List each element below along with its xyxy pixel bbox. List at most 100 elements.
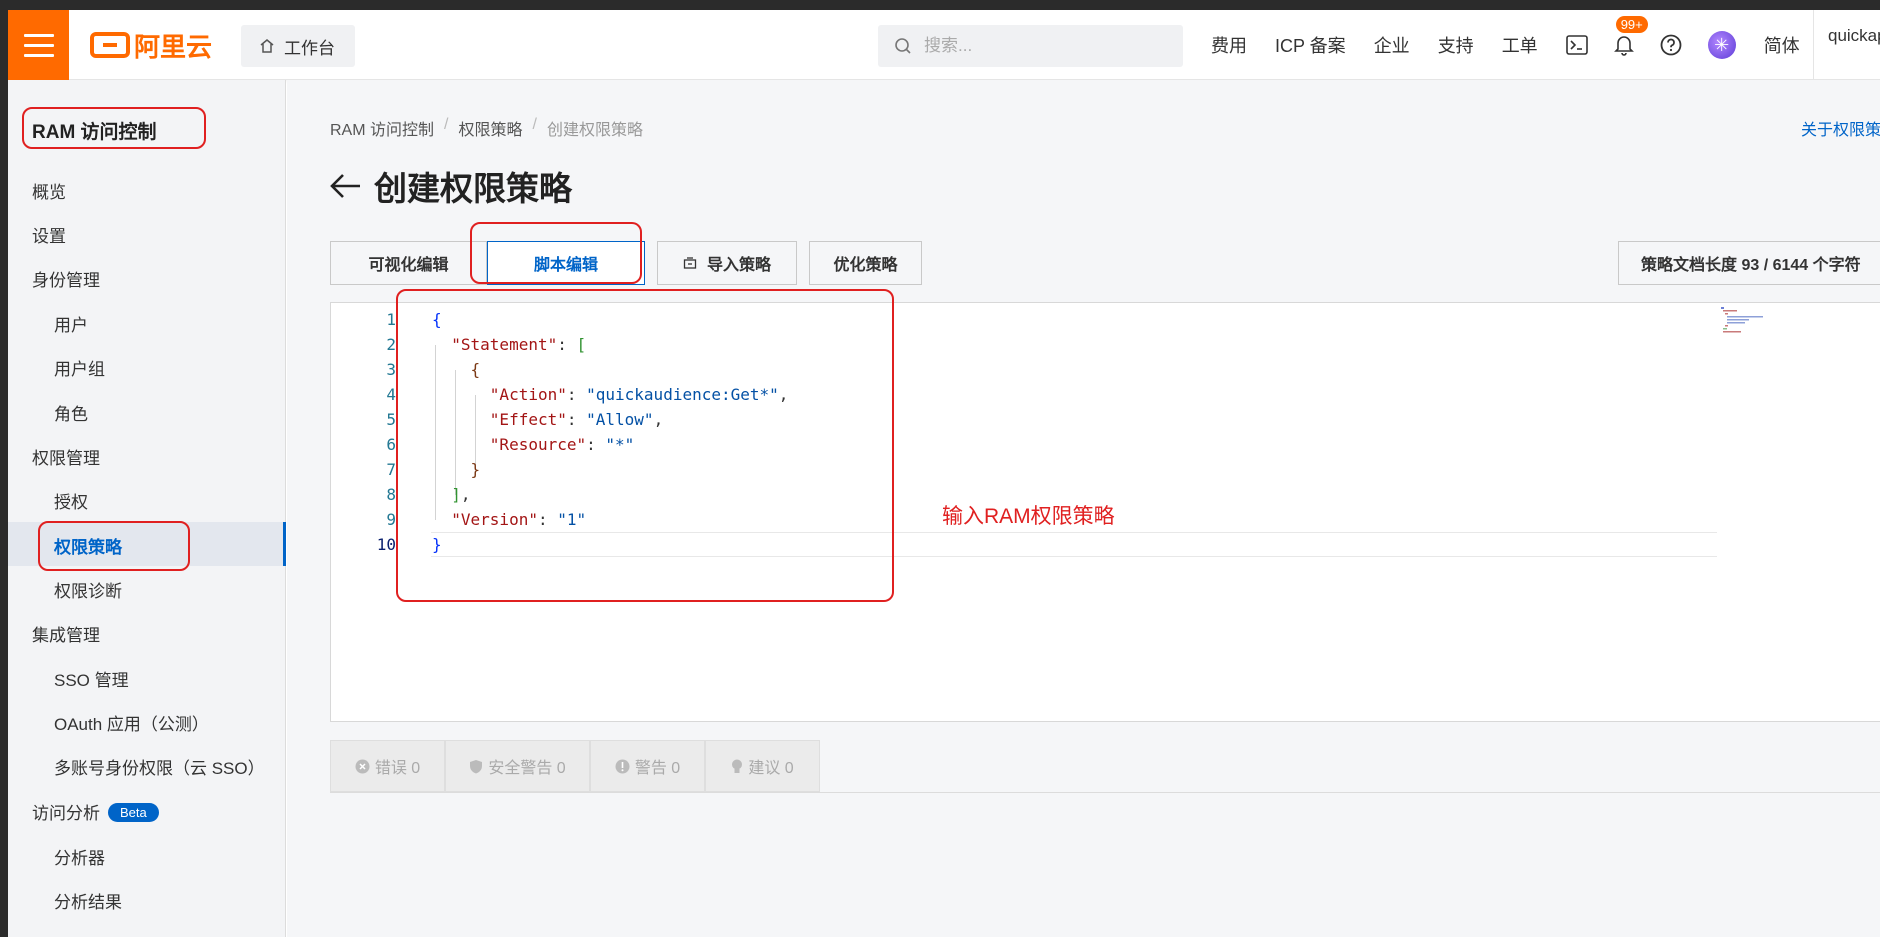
sidebar-item-overview[interactable]: 概览 <box>32 178 66 203</box>
sidebar-title[interactable]: RAM 访问控制 <box>32 117 157 144</box>
action-key: "Action" <box>489 385 567 404</box>
code-content[interactable]: { "Statement": [ { "Action": "quickaudie… <box>432 307 788 557</box>
code-line: "Resource": "*" <box>489 435 635 454</box>
breadcrumb: RAM 访问控制 / 权限策略 / 创建权限策略 <box>330 116 643 140</box>
sidebar-item-analyzer[interactable]: 分析器 <box>54 844 105 869</box>
action-value: "quickaudience:Get*" <box>586 385 779 404</box>
lint-security-label: 安全警告 0 <box>488 760 566 777</box>
sidebar-item-cloud-sso[interactable]: 多账号身份权限（云 SSO） <box>54 754 265 779</box>
version-value: "1" <box>557 510 587 529</box>
error-icon <box>355 759 370 773</box>
search-icon <box>895 38 911 54</box>
nav-support[interactable]: 支持 <box>1438 32 1474 58</box>
language-switch[interactable]: 简体 <box>1764 32 1800 58</box>
sidebar-item-diagnosis[interactable]: 权限诊断 <box>54 577 122 602</box>
terminal-icon[interactable] <box>1565 35 1588 55</box>
nav-ticket[interactable]: 工单 <box>1502 32 1538 58</box>
lint-suggestions-label: 建议 0 <box>748 760 794 777</box>
line-number: 8 <box>386 485 396 504</box>
line-number: 9 <box>386 510 396 529</box>
import-policy-button[interactable]: 导入策略 <box>657 241 797 285</box>
line-number: 6 <box>386 435 396 454</box>
lint-errors-tab[interactable]: 错误 0 <box>330 740 445 792</box>
menu-icon[interactable] <box>8 10 69 80</box>
breadcrumb-separator: / <box>444 116 449 133</box>
sidebar: RAM 访问控制 概览 设置 身份管理 用户 用户组 角色 权限管理 授权 权限… <box>8 80 286 937</box>
user-account[interactable]: quickap <box>1813 10 1880 80</box>
page-title: 创建权限策略 <box>330 162 572 210</box>
lightbulb-icon <box>732 759 743 773</box>
sidebar-item-policies[interactable]: 权限策略 <box>54 533 122 558</box>
shield-icon <box>470 759 483 773</box>
top-bar: 阿里云 工作台 费用 ICP 备案 企业 支持 工单 99+ <box>8 10 1880 80</box>
sidebar-item-roles[interactable]: 角色 <box>54 400 88 425</box>
nav-billing[interactable]: 费用 <box>1211 32 1247 58</box>
lint-errors-label: 错误 0 <box>374 760 421 777</box>
editor-minimap[interactable] <box>1721 305 1771 335</box>
sidebar-item-settings[interactable]: 设置 <box>32 222 66 247</box>
sidebar-item-integration[interactable]: 集成管理 <box>32 621 100 646</box>
code-line: } <box>470 460 481 479</box>
effect-key: "Effect" <box>489 410 567 429</box>
search-input[interactable] <box>924 36 1144 56</box>
sidebar-item-users[interactable]: 用户 <box>54 311 88 336</box>
aliyun-logo[interactable]: 阿里云 <box>90 30 212 62</box>
code-line: ], <box>451 485 471 504</box>
code-line: { <box>470 360 481 379</box>
code-line: "Action": "quickaudience:Get*", <box>489 385 789 404</box>
lint-summary: 错误 0 安全警告 0 警告 0 建议 0 <box>330 740 820 792</box>
warning-icon <box>615 759 630 773</box>
breadcrumb-separator: / <box>532 116 537 133</box>
console-window: 阿里云 工作台 费用 ICP 备案 企业 支持 工单 99+ <box>8 10 1880 937</box>
lint-divider <box>330 792 1880 793</box>
lint-warnings-tab[interactable]: 警告 0 <box>590 740 705 792</box>
help-icon[interactable] <box>1660 34 1682 56</box>
line-numbers: 1 2 3 4 5 6 7 8 9 10 <box>331 307 396 557</box>
sidebar-item-identity[interactable]: 身份管理 <box>32 266 100 291</box>
statement-key: "Statement" <box>451 335 558 354</box>
logo-text: 阿里云 <box>134 31 213 62</box>
lint-security-tab[interactable]: 安全警告 0 <box>445 740 590 792</box>
sidebar-item-permissions[interactable]: 权限管理 <box>32 444 100 469</box>
assistant-avatar-icon[interactable]: ✳ <box>1707 31 1736 59</box>
logo-mark-icon <box>90 32 130 58</box>
bell-icon[interactable]: 99+ <box>1613 16 1648 56</box>
nav-icp[interactable]: ICP 备案 <box>1275 32 1346 58</box>
version-key: "Version" <box>451 510 538 529</box>
lint-suggestions-tab[interactable]: 建议 0 <box>705 740 820 792</box>
import-policy-label: 导入策略 <box>706 257 771 274</box>
doc-length-indicator: 策略文档长度 93 / 6144 个字符 <box>1618 241 1880 285</box>
sidebar-item-analysis[interactable]: 访问分析 Beta <box>32 799 159 824</box>
tab-visual-editor[interactable]: 可视化编辑 <box>330 241 487 285</box>
code-line: "Effect": "Allow", <box>489 410 664 429</box>
effect-value: "Allow" <box>586 410 654 429</box>
nav-enterprise[interactable]: 企业 <box>1374 32 1410 58</box>
line-number: 3 <box>386 360 396 379</box>
code-line: } <box>432 535 442 554</box>
tab-script-editor[interactable]: 脚本编辑 <box>487 241 645 285</box>
code-line: { <box>432 310 442 329</box>
optimize-policy-button[interactable]: 优化策略 <box>809 241 922 285</box>
import-icon <box>683 257 697 269</box>
home-icon <box>260 39 274 53</box>
policy-help-link[interactable]: 关于权限策略 <box>1801 116 1880 140</box>
line-number: 7 <box>386 460 396 479</box>
resource-value: "*" <box>605 435 635 454</box>
sidebar-item-oauth[interactable]: OAuth 应用（公测） <box>54 710 209 735</box>
sidebar-item-grants[interactable]: 授权 <box>54 488 88 513</box>
back-arrow-icon[interactable] <box>330 173 362 199</box>
top-nav: 费用 ICP 备案 企业 支持 工单 99+ ✳ 简体 <box>1211 10 1828 80</box>
sidebar-item-results[interactable]: 分析结果 <box>54 888 122 913</box>
breadcrumb-policies[interactable]: 权限策略 <box>458 116 522 140</box>
notification-badge: 99+ <box>1615 16 1648 33</box>
search-box[interactable] <box>878 25 1183 67</box>
workbench-button[interactable]: 工作台 <box>241 25 355 67</box>
breadcrumb-ram[interactable]: RAM 访问控制 <box>330 116 434 140</box>
sidebar-item-sso[interactable]: SSO 管理 <box>54 666 129 691</box>
lint-warnings-label: 警告 0 <box>634 760 681 777</box>
code-line: "Version": "1" <box>451 510 587 529</box>
sidebar-item-groups[interactable]: 用户组 <box>54 355 105 380</box>
code-line: "Statement": [ <box>451 335 587 354</box>
annotation-label: 输入RAM权限策略 <box>942 505 1115 528</box>
line-number: 2 <box>386 335 396 354</box>
